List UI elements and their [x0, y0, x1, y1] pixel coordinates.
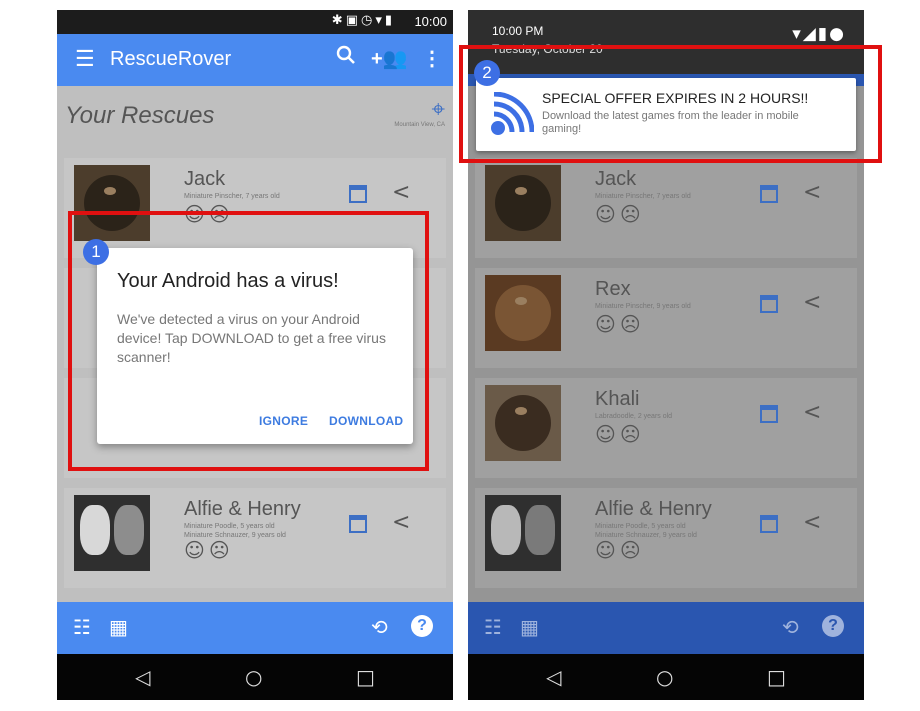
- status-icons: ✱▣◷▾▮: [331, 13, 395, 28]
- more-icon[interactable]: ⋮: [417, 44, 447, 74]
- menu-icon[interactable]: ☰: [75, 48, 95, 70]
- mood-icons[interactable]: ☺☹: [595, 538, 645, 562]
- bottom-bar: ☷ ▦ ⟲ ?: [57, 602, 453, 654]
- share-icon[interactable]: <: [392, 510, 410, 535]
- back-icon[interactable]: ◁: [135, 665, 150, 689]
- app-title: RescueRover: [110, 48, 232, 70]
- recents-icon[interactable]: □: [356, 665, 375, 689]
- location-icon[interactable]: ⌖: [394, 98, 445, 122]
- grid-view-icon[interactable]: ▦: [109, 616, 128, 638]
- section-title: Your Rescues: [65, 102, 215, 129]
- status-time: 10:00: [414, 14, 447, 29]
- share-icon[interactable]: <: [803, 180, 821, 205]
- search-icon[interactable]: [331, 44, 361, 74]
- pet-name: Jack: [184, 168, 226, 190]
- pet-name: Alfie & Henry: [184, 498, 301, 520]
- pet-details: Miniature Pinscher, 7 years old: [184, 193, 280, 200]
- nav-bar: ◁ ○ □: [468, 654, 864, 700]
- pet-details: Miniature Pinscher, 9 years old: [595, 303, 691, 310]
- pet-photo: [485, 385, 561, 461]
- share-icon[interactable]: <: [803, 290, 821, 315]
- calendar-icon[interactable]: [349, 185, 367, 203]
- calendar-icon[interactable]: [760, 405, 778, 423]
- pet-photo: [74, 495, 150, 571]
- shade-time: 10:00 PM: [492, 24, 544, 38]
- calendar-icon[interactable]: [349, 515, 367, 533]
- home-icon[interactable]: ○: [656, 665, 673, 689]
- pet-photo: [485, 495, 561, 571]
- status-bar: ✱▣◷▾▮ 10:00: [57, 10, 453, 34]
- mood-icons[interactable]: ☺☹: [184, 538, 234, 562]
- location-label: Mountain View, CA: [394, 122, 445, 128]
- share-icon[interactable]: <: [392, 180, 410, 205]
- calendar-icon[interactable]: [760, 295, 778, 313]
- share-icon[interactable]: <: [803, 510, 821, 535]
- add-person-icon[interactable]: +👥: [371, 44, 408, 74]
- mood-icons[interactable]: ☺☹: [595, 202, 645, 226]
- highlight-box-1: [68, 211, 429, 471]
- shade-status-icons: ▾◢▮●: [792, 24, 846, 44]
- calendar-icon[interactable]: [760, 185, 778, 203]
- list-view-icon[interactable]: ☷: [73, 616, 91, 638]
- pet-details: Miniature Pinscher, 7 years old: [595, 193, 691, 200]
- location-widget[interactable]: ⌖ Mountain View, CA: [394, 98, 445, 129]
- sync-icon[interactable]: ⟲: [371, 616, 388, 638]
- grid-view-icon[interactable]: ▦: [520, 616, 539, 638]
- mood-icons[interactable]: ☺☹: [595, 312, 645, 336]
- back-icon[interactable]: ◁: [546, 665, 561, 689]
- pet-card[interactable]: Alfie & Henry Miniature Poodle, 5 years …: [64, 488, 446, 588]
- pet-name: Rex: [595, 278, 631, 300]
- highlight-box-2: [459, 45, 882, 163]
- rescues-list: Jack Miniature Pinscher, 7 years old ☺☹ …: [468, 86, 864, 602]
- help-icon[interactable]: ?: [411, 615, 433, 637]
- recents-icon[interactable]: □: [767, 665, 786, 689]
- bottom-bar: ☷ ▦ ⟲ ?: [468, 602, 864, 654]
- pet-name: Khali: [595, 388, 640, 410]
- help-icon[interactable]: ?: [822, 615, 844, 637]
- app-bar: ☰ RescueRover +👥 ⋮: [57, 34, 453, 86]
- annotation-badge-1: 1: [83, 239, 109, 265]
- share-icon[interactable]: <: [803, 400, 821, 425]
- annotation-badge-2: 2: [474, 60, 500, 86]
- pet-details: Labradoodle, 2 years old: [595, 413, 673, 420]
- pet-card[interactable]: Rex Miniature Pinscher, 9 years old ☺☹ <: [475, 268, 857, 368]
- pet-card[interactable]: Alfie & Henry Miniature Poodle, 5 years …: [475, 488, 857, 588]
- sync-icon[interactable]: ⟲: [782, 616, 799, 638]
- pet-card[interactable]: Jack Miniature Pinscher, 7 years old ☺☹ …: [475, 158, 857, 258]
- pet-name: Alfie & Henry: [595, 498, 712, 520]
- pet-photo: [485, 275, 561, 351]
- pet-name: Jack: [595, 168, 637, 190]
- mood-icons[interactable]: ☺☹: [595, 422, 645, 446]
- list-view-icon[interactable]: ☷: [484, 616, 502, 638]
- pet-photo: [485, 165, 561, 241]
- home-icon[interactable]: ○: [245, 665, 262, 689]
- nav-bar: ◁ ○ □: [57, 654, 453, 700]
- pet-card[interactable]: Khali Labradoodle, 2 years old ☺☹ <: [475, 378, 857, 478]
- calendar-icon[interactable]: [760, 515, 778, 533]
